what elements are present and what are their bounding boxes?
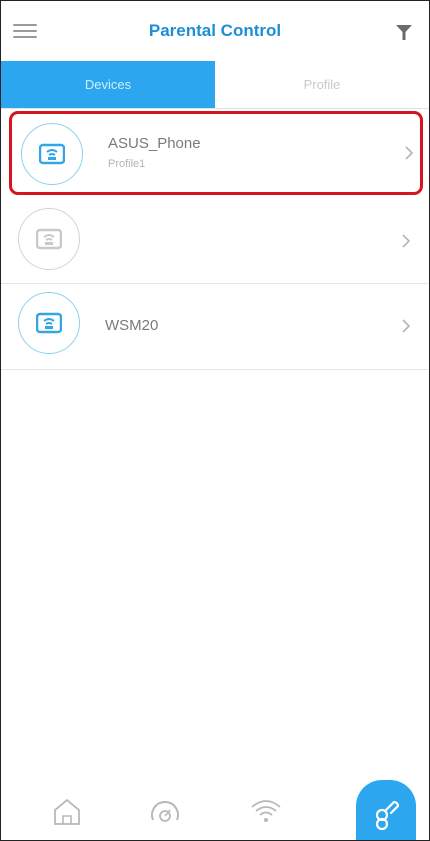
- bottom-nav: [1, 780, 429, 840]
- page-title: Parental Control: [148, 21, 282, 40]
- speedometer-icon: [151, 801, 179, 822]
- device-row-unnamed[interactable]: [1, 197, 429, 284]
- device-avatar: [18, 292, 80, 354]
- device-row-wsm20[interactable]: WSM20: [1, 283, 429, 370]
- router-icon: [36, 312, 62, 334]
- nav-home[interactable]: [37, 780, 97, 840]
- device-avatar: [21, 123, 83, 185]
- parental-control-icon: [375, 800, 400, 831]
- device-row-asus-phone[interactable]: ASUS_Phone Profile1: [9, 111, 423, 195]
- device-name: WSM20: [105, 317, 159, 334]
- nav-wifi[interactable]: [236, 780, 296, 840]
- home-icon: [54, 798, 80, 825]
- device-name: ASUS_Phone: [108, 135, 201, 152]
- chevron-right-icon: [402, 234, 411, 248]
- app-frame: Parental Control Devices Profile ASUS_Ph…: [0, 0, 430, 841]
- router-icon: [39, 143, 65, 165]
- tab-devices[interactable]: Devices: [1, 61, 215, 108]
- app-header: Parental Control: [1, 1, 429, 61]
- chevron-right-icon: [402, 319, 411, 333]
- nav-parental-control[interactable]: [356, 780, 416, 840]
- device-avatar: [18, 208, 80, 270]
- wifi-icon: [251, 800, 281, 822]
- device-profile: Profile1: [108, 158, 146, 170]
- filter-icon[interactable]: [393, 21, 415, 43]
- nav-speed[interactable]: [135, 780, 195, 840]
- tab-bar: Devices Profile: [1, 61, 429, 109]
- chevron-right-icon: [405, 146, 414, 160]
- tab-profile[interactable]: Profile: [215, 61, 429, 108]
- router-icon: [36, 228, 62, 250]
